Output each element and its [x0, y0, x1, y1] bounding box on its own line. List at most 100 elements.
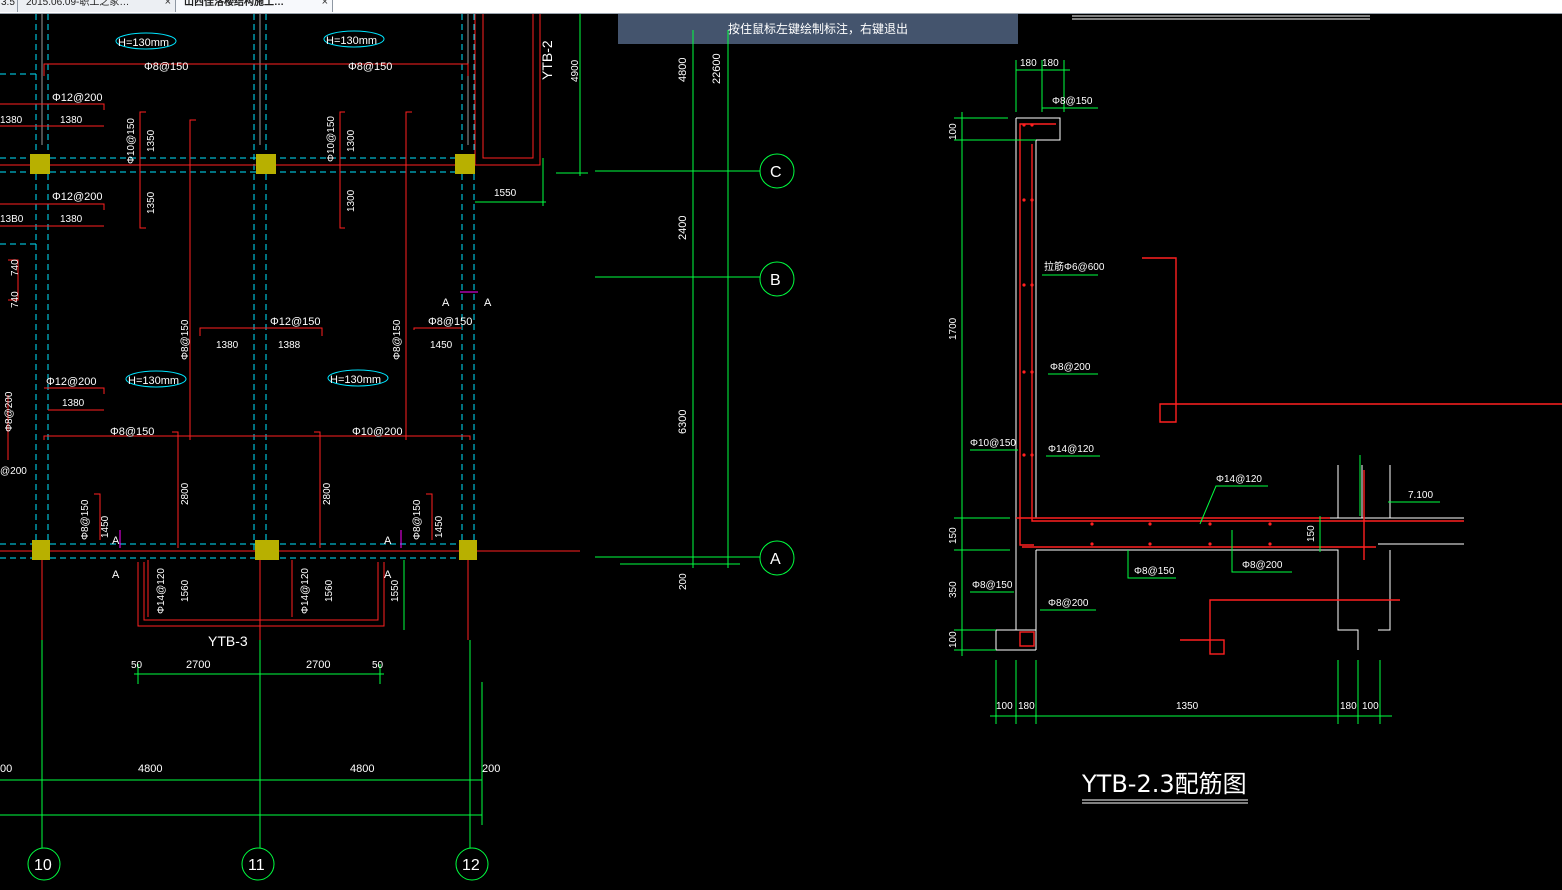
rebar-length: 1350: [146, 191, 157, 214]
rebar-length: 1350: [146, 129, 157, 152]
dimension: 180: [1340, 701, 1357, 712]
rebar-label: Φ12@200: [46, 376, 97, 388]
slab-thickness-label: H=130mm: [330, 374, 381, 386]
dimension: 2700: [186, 659, 210, 671]
rebar-label: Φ14@120: [1048, 444, 1094, 455]
rebar-length: 1450: [430, 340, 453, 351]
rebar-length: 740: [10, 259, 21, 276]
rebar-label: Φ12@150: [270, 316, 321, 328]
section-mark: A: [484, 297, 492, 309]
axis-label: 10: [34, 857, 52, 874]
rebar-label: Φ14@120: [156, 568, 167, 614]
rebar-length: 1380: [62, 398, 85, 409]
member-label: YTB-2: [539, 40, 555, 80]
rebar-length: 1560: [180, 579, 191, 602]
rebar-length: 13B0: [0, 214, 24, 225]
rebar-label: Φ8@200: [1242, 560, 1283, 571]
rebar-length: 1450: [100, 515, 111, 538]
rebar-label: Φ8@150: [392, 319, 403, 360]
axis-label: C: [770, 164, 782, 181]
axis-label: 12: [462, 857, 480, 874]
drawing-canvas[interactable]: 10 11 12 H=130mm H=130mm H=130mm H=130mm…: [0, 0, 1562, 890]
dimension: 1550: [494, 188, 517, 199]
rebar-length: 1380: [60, 214, 83, 225]
rebar-label: Φ14@120: [1216, 474, 1262, 485]
section-mark: A: [384, 535, 392, 547]
rebar-label: Φ8@150: [1052, 96, 1093, 107]
slab-thickness-label: H=130mm: [326, 35, 377, 47]
dimension: 100: [996, 701, 1013, 712]
rebar-length: 2800: [180, 482, 191, 505]
rebar-length: 740: [10, 291, 21, 308]
dimension: 100: [948, 631, 959, 648]
rebar-label: Φ10@150: [326, 116, 337, 162]
dimension: 6300: [677, 410, 689, 434]
dimension: 4900: [570, 59, 581, 82]
dimension: 350: [948, 581, 959, 598]
rebar-label: Φ10@150: [126, 118, 137, 164]
rebar-label: Φ8@150: [428, 316, 472, 328]
rebar-label: Φ8@150: [348, 61, 392, 73]
dimension: 50: [131, 660, 143, 671]
reinforcement-detail: 180 180 Φ8@150 100 1700 150 350 100 拉筋Φ6…: [948, 15, 1562, 804]
dimension: 200: [678, 573, 689, 590]
rebar-label: Φ8@150: [80, 499, 91, 540]
rebar-label: Φ8@150: [144, 61, 188, 73]
dimension: 1350: [1176, 701, 1199, 712]
section-mark: A: [384, 569, 392, 581]
rebar-length: 1388: [278, 340, 301, 351]
dimension: 180: [1018, 701, 1035, 712]
dimension: 00: [0, 763, 12, 775]
slab-thickness-label: H=130mm: [128, 375, 179, 387]
rebar-length: 1300: [346, 189, 357, 212]
rebar-label: Φ12@200: [52, 191, 103, 203]
rebar-length: 1560: [324, 579, 335, 602]
dimension: 2400: [677, 216, 689, 240]
slab-thickness-label: H=130mm: [118, 37, 169, 49]
rebar-label: Φ8@150: [972, 580, 1013, 591]
dimension: 100: [948, 123, 959, 140]
section-mark: A: [112, 535, 120, 547]
axis-label: 11: [248, 857, 265, 874]
dimension: 150: [948, 527, 959, 544]
section-mark: A: [112, 569, 120, 581]
member-label: YTB-3: [208, 633, 248, 649]
elevation-mark: 7.100: [1408, 490, 1433, 501]
rebar-label: 拉筋Φ6@600: [1044, 260, 1105, 273]
dimension: 4800: [350, 763, 374, 775]
structural-plan: 10 11 12 H=130mm H=130mm H=130mm H=130mm…: [0, 14, 588, 881]
rebar-length: 1380: [0, 115, 23, 126]
dimension: 100: [1362, 701, 1379, 712]
rebar-length: 1380: [216, 340, 239, 351]
rebar-length: 1380: [60, 115, 83, 126]
dimension: 4800: [677, 58, 689, 82]
rebar-length: 1450: [434, 515, 445, 538]
rebar-label: Φ8@150: [412, 499, 423, 540]
detail-title: YTB-2.3配筋图: [1081, 770, 1247, 798]
rebar-label: Φ8@200: [1048, 598, 1089, 609]
dimension: 50: [372, 660, 384, 671]
rebar-label: Φ8@150: [180, 319, 191, 360]
rebar-label: Φ12@200: [52, 92, 103, 104]
dimension: 200: [482, 763, 500, 775]
section-mark: A: [442, 297, 450, 309]
rebar-label: Φ8@150: [110, 426, 154, 438]
rebar-label: Φ10@200: [352, 426, 403, 438]
dimension: 150: [1306, 525, 1317, 542]
axis-label: B: [770, 272, 781, 289]
axis-label: A: [770, 551, 781, 568]
rebar-label: Φ8@200: [4, 391, 15, 432]
dimension: 1700: [948, 317, 959, 340]
dimension: 180: [1042, 58, 1059, 69]
rebar-label: @200: [0, 466, 27, 477]
rebar-label: Φ8@200: [1050, 362, 1091, 373]
dimension: 22600: [711, 53, 723, 84]
dimension: 4800: [138, 763, 162, 775]
dimension: 180: [1020, 58, 1037, 69]
rebar-label: Φ14@120: [300, 568, 311, 614]
rebar-length: 2800: [322, 482, 333, 505]
rebar-length: 1300: [346, 129, 357, 152]
axis-elevation: C B A 4800 22600 2400 6300 200: [595, 30, 795, 590]
rebar-label: Φ8@150: [1134, 566, 1175, 577]
dimension: 2700: [306, 659, 330, 671]
